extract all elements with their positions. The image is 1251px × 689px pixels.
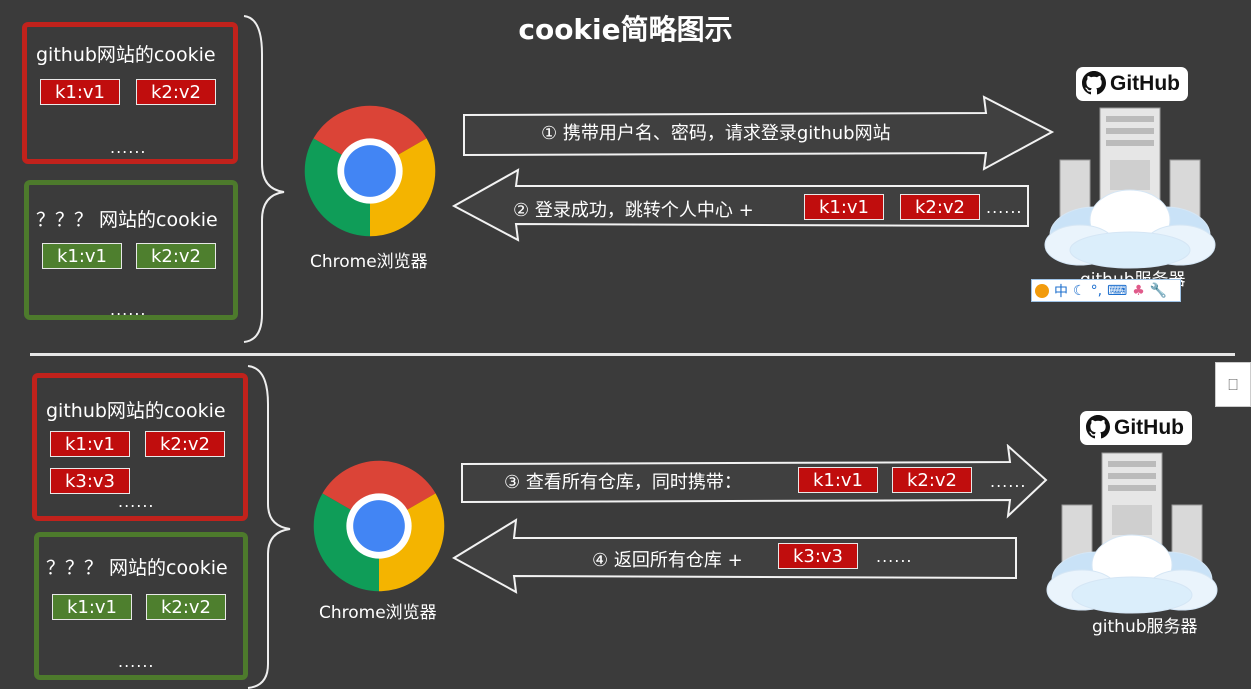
more-ellipsis: ......: [986, 198, 1023, 217]
section-divider: [30, 353, 1235, 356]
more-ellipsis: ......: [990, 472, 1027, 491]
cookie-chip: k1:v1: [798, 467, 878, 493]
github-logo: GitHub: [1080, 411, 1192, 445]
wrench-icon[interactable]: 🔧: [1150, 283, 1167, 299]
cookie-chip: k2:v2: [145, 431, 225, 457]
more-ellipsis: ......: [110, 300, 147, 319]
ime-language-toggle[interactable]: 中: [1054, 281, 1068, 301]
cookie-chip: k3:v3: [778, 543, 858, 569]
cookie-chip: k2:v2: [146, 594, 226, 620]
other-cookie-label: ？？？ 网站的cookie: [46, 557, 228, 579]
github-server-label: github服务器: [1092, 617, 1198, 637]
cookie-chip: k2:v2: [900, 194, 980, 220]
shirt-icon[interactable]: ♣: [1132, 283, 1145, 299]
cookie-chip: k2:v2: [136, 243, 216, 269]
cookie-chip: k3:v3: [50, 468, 130, 494]
github-logo-text: GitHub: [1110, 72, 1180, 95]
chrome-browser-label: Chrome浏览器: [319, 603, 437, 623]
cookie-chip: k1:v1: [42, 243, 122, 269]
request-text: ③ 查看所有仓库，同时携带：: [504, 472, 742, 493]
chrome-browser-label: Chrome浏览器: [310, 252, 428, 272]
more-ellipsis: ......: [118, 652, 155, 671]
ime-logo-icon[interactable]: [1035, 283, 1049, 298]
github-logo: GitHub: [1076, 67, 1188, 101]
more-ellipsis: ......: [876, 547, 913, 566]
more-ellipsis: ......: [110, 138, 147, 157]
punctuation-icon[interactable]: °,: [1091, 283, 1102, 299]
server-icon: [1042, 445, 1222, 615]
keyboard-icon[interactable]: ⌨: [1107, 283, 1127, 299]
github-cookie-label: github网站的cookie: [46, 400, 226, 422]
response-text: ② 登录成功，跳转个人中心 +: [513, 200, 754, 221]
server-icon: [1040, 100, 1220, 270]
chrome-icon: [302, 103, 438, 239]
moon-icon[interactable]: ☾: [1073, 283, 1086, 299]
bracket: [247, 365, 291, 689]
cookie-chip: k1:v1: [804, 194, 884, 220]
more-ellipsis: ......: [118, 492, 155, 511]
cookie-chip: k1:v1: [40, 79, 120, 105]
side-tab[interactable]: ⎕: [1215, 362, 1251, 407]
chrome-icon: [311, 458, 447, 594]
cookie-chip: k1:v1: [52, 594, 132, 620]
cookie-chip: k2:v2: [136, 79, 216, 105]
request-text: ① 携带用户名、密码，请求登录github网站: [541, 123, 891, 144]
github-cookie-label: github网站的cookie: [36, 44, 216, 66]
cookie-chip: k1:v1: [50, 431, 130, 457]
bracket: [243, 15, 285, 343]
other-cookie-label: ？？？ 网站的cookie: [36, 209, 218, 231]
ime-toolbar[interactable]: 中 ☾ °, ⌨ ♣ 🔧: [1031, 279, 1181, 302]
github-logo-text: GitHub: [1114, 416, 1184, 439]
github-icon: [1082, 71, 1106, 95]
bookmark-icon[interactable]: ⎕: [1228, 375, 1238, 395]
response-text: ④ 返回所有仓库 +: [592, 550, 743, 571]
github-icon: [1086, 415, 1110, 439]
cookie-chip: k2:v2: [892, 467, 972, 493]
